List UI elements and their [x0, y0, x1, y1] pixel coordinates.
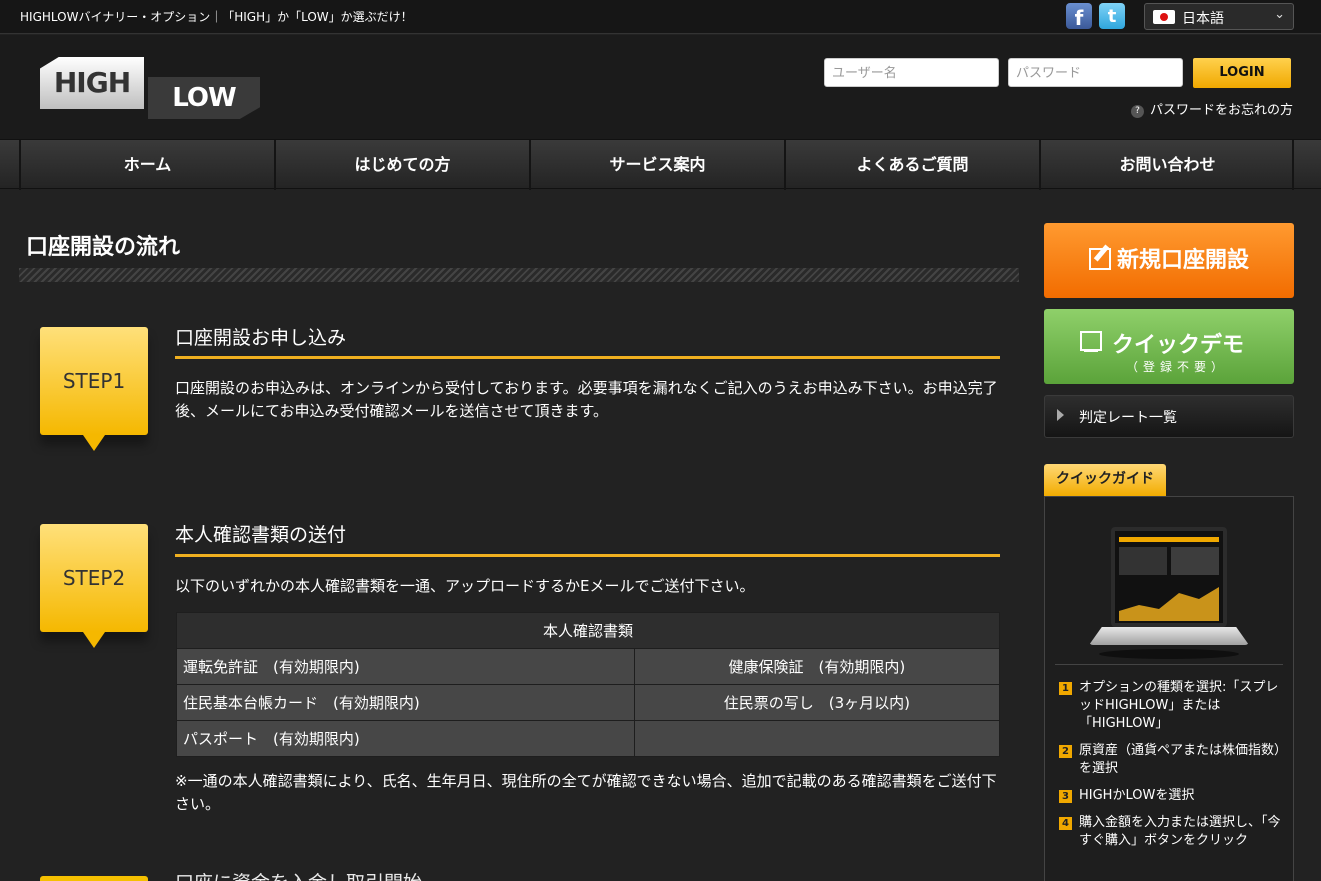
- table-row: 住民基本台帳カード (有効期限内) 住民票の写し (3ヶ月以内): [176, 684, 1001, 721]
- edit-icon: [1088, 248, 1111, 270]
- screen-header-bar: [1119, 537, 1219, 542]
- step-number: 1: [1059, 682, 1072, 695]
- logo-low-text: LOW: [148, 77, 260, 119]
- quick-guide-tab[interactable]: クイックガイド: [1044, 464, 1166, 496]
- title-divider: [19, 268, 1019, 282]
- step1-underline: [175, 356, 1000, 359]
- guide-item: 2 原資産（通貨ペアまたは株価指数）を選択: [1059, 742, 1289, 778]
- top-bar: HIGHLOWバイナリー・オプション｜「HIGH」か「LOW」か選ぶだけ！ f …: [0, 0, 1321, 34]
- step2-text: 以下のいずれかの本人確認書類を一通、アップロードするかEメールでご送付下さい。: [175, 577, 755, 595]
- question-icon: ?: [1130, 105, 1144, 118]
- guide-item: 1 オプションの種類を選択:「スプレッドHIGHLOW」または「HIGHLOW」: [1059, 679, 1289, 733]
- nav-divider: [1292, 140, 1294, 190]
- table-cell: 住民票の写し (3ヶ月以内): [633, 684, 1001, 721]
- table-cell: パスポート (有効期限内): [176, 720, 635, 757]
- laptop-screen: [1111, 527, 1227, 627]
- screen-chart: [1119, 587, 1219, 621]
- quick-demo-sublabel: （登録不要）: [1126, 360, 1229, 374]
- table-row: 運転免許証 (有効期限内) 健康保険証 (有効期限内): [176, 648, 1001, 685]
- table-cell: 健康保険証 (有効期限内): [633, 648, 1001, 685]
- login-button[interactable]: LOGIN: [1193, 58, 1291, 88]
- step1-title: 口座開設お申し込み: [175, 327, 347, 349]
- main-nav: ホーム はじめての方 サービス案内 よくあるご質問 お問い合わせ: [0, 139, 1321, 190]
- rate-list-label: 判定レート一覧: [1079, 410, 1177, 426]
- step2-badge: STEP2: [40, 524, 148, 648]
- laptop-shadow: [1099, 649, 1239, 659]
- guide-item: 3 HIGHかLOWを選択: [1059, 787, 1289, 805]
- monitor-icon: [1080, 331, 1102, 352]
- site-tagline: HIGHLOWバイナリー・オプション｜「HIGH」か「LOW」か選ぶだけ！: [20, 10, 413, 24]
- language-select[interactable]: 日本語 ⌄: [1144, 3, 1294, 30]
- username-input[interactable]: ユーザー名: [824, 58, 999, 87]
- caret-right-icon: [1057, 409, 1064, 421]
- chevron-down-icon: ⌄: [1274, 7, 1285, 22]
- guide-item-text: オプションの種類を選択:「スプレッドHIGHLOW」または「HIGHLOW」: [1079, 680, 1279, 731]
- id-documents-table: 本人確認書類 運転免許証 (有効期限内) 健康保険証 (有効期限内) 住民基本台…: [176, 612, 1001, 757]
- guide-item: 4 購入金額を入力または選択し、「今すぐ購入」ボタンをクリック: [1059, 814, 1289, 850]
- language-label: 日本語: [1182, 11, 1224, 27]
- header: HIGH LOW ユーザー名 パスワード LOGIN ? パスワードをお忘れの方: [0, 35, 1321, 139]
- guide-item-text: 原資産（通貨ペアまたは株価指数）を選択: [1079, 743, 1288, 776]
- table-header: 本人確認書類: [176, 612, 1000, 649]
- logo-high-text: HIGH: [40, 57, 144, 109]
- laptop-illustration: [1089, 527, 1249, 662]
- nav-item-beginners[interactable]: はじめての方: [274, 140, 529, 190]
- facebook-icon[interactable]: f: [1066, 3, 1092, 30]
- nav-item-contact[interactable]: お問い合わせ: [1039, 140, 1294, 190]
- step3-title: 口座に資金を入金し取引開始: [175, 868, 422, 881]
- forgot-password-link[interactable]: ? パスワードをお忘れの方: [1130, 99, 1293, 118]
- step2-title: 本人確認書類の送付: [175, 524, 347, 546]
- guide-item-text: 購入金額を入力または選択し、「今すぐ購入」ボタンをクリック: [1079, 815, 1281, 848]
- japan-flag-icon: [1153, 10, 1175, 24]
- quick-demo-label: クイックデモ: [1112, 333, 1245, 358]
- step-number: 3: [1059, 790, 1072, 803]
- table-cell: 住民基本台帳カード (有効期限内): [176, 684, 635, 721]
- guide-divider: [1055, 664, 1283, 665]
- nav-item-faq[interactable]: よくあるご質問: [784, 140, 1039, 190]
- forgot-password-label: パスワードをお忘れの方: [1149, 103, 1293, 118]
- step3-badge: [40, 876, 148, 881]
- step-number: 2: [1059, 745, 1072, 758]
- guide-item-text: HIGHかLOWを選択: [1079, 788, 1195, 803]
- twitter-icon[interactable]: t: [1099, 3, 1125, 29]
- step1-text: 口座開設のお申込みは、オンラインから受付しております。必要事項を漏れなくご記入の…: [175, 379, 998, 420]
- guide-list: 1 オプションの種類を選択:「スプレッドHIGHLOW」または「HIGHLOW」 …: [1059, 679, 1289, 859]
- page-title: 口座開設の流れ: [26, 235, 181, 260]
- step2-note: ※一通の本人確認書類により、氏名、生年月日、現住所の全てが確認できない場合、追加…: [175, 772, 997, 813]
- screen-panel: [1119, 547, 1167, 575]
- quick-demo-button[interactable]: クイックデモ （登録不要）: [1044, 309, 1294, 384]
- table-cell: [633, 720, 1001, 757]
- new-account-button[interactable]: 新規口座開設: [1044, 223, 1294, 298]
- table-header-row: 本人確認書類: [176, 612, 1000, 649]
- nav-item-home[interactable]: ホーム: [19, 140, 274, 190]
- rate-list-link[interactable]: 判定レート一覧: [1044, 395, 1294, 438]
- laptop-base: [1089, 627, 1249, 645]
- highlow-logo[interactable]: HIGH LOW: [40, 55, 260, 119]
- step-number: 4: [1059, 817, 1072, 830]
- quick-guide-panel: 1 オプションの種類を選択:「スプレッドHIGHLOW」または「HIGHLOW」 …: [1044, 496, 1294, 881]
- table-cell: 運転免許証 (有効期限内): [176, 648, 635, 685]
- table-row: パスポート (有効期限内): [176, 720, 1001, 757]
- new-account-label: 新規口座開設: [1116, 248, 1249, 273]
- step2-underline: [175, 554, 1000, 557]
- step1-badge: STEP1: [40, 327, 148, 451]
- nav-item-services[interactable]: サービス案内: [529, 140, 784, 190]
- screen-panel: [1171, 547, 1219, 575]
- password-input[interactable]: パスワード: [1008, 58, 1183, 87]
